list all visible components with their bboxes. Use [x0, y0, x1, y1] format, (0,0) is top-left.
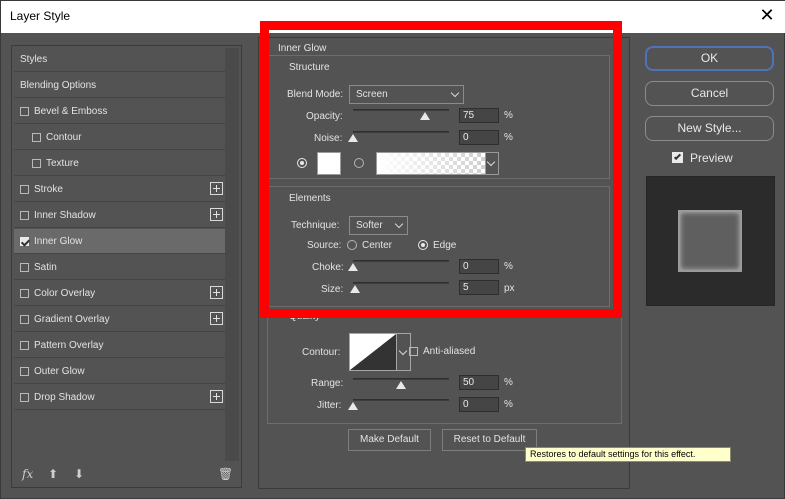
jitter-label: Jitter:	[317, 400, 342, 411]
sidebar-checkbox[interactable]	[20, 263, 29, 272]
tooltip: Restores to default settings for this ef…	[525, 447, 731, 462]
sidebar-checkbox[interactable]	[20, 237, 29, 246]
sidebar-checkbox[interactable]	[32, 133, 41, 142]
sidebar-item-label: Outer Glow	[34, 366, 85, 377]
sidebar-item-texture[interactable]: Texture	[14, 151, 225, 176]
jitter-slider-thumb[interactable]	[348, 402, 358, 410]
sidebar-item-inner-glow[interactable]: Inner Glow	[14, 229, 225, 254]
sidebar-checkbox[interactable]	[20, 393, 29, 402]
contour-preview[interactable]	[349, 333, 397, 371]
sidebar-checkbox[interactable]	[20, 211, 29, 220]
add-effect-icon[interactable]	[210, 312, 223, 325]
layer-style-dialog: Layer Style ✕ Styles Blending Options Beve…	[0, 0, 785, 499]
reset-to-default-button[interactable]: Reset to Default	[442, 429, 537, 451]
jitter-unit: %	[504, 399, 513, 410]
sidebar-item-label: Blending Options	[20, 80, 97, 91]
cancel-button[interactable]: Cancel	[645, 81, 774, 106]
anti-aliased-label: Anti-aliased	[423, 346, 476, 357]
sidebar-item-inner-shadow[interactable]: Inner Shadow	[14, 203, 225, 228]
add-effect-icon[interactable]	[210, 208, 223, 221]
range-slider-thumb[interactable]	[396, 381, 406, 389]
anti-aliased-checkbox[interactable]	[409, 347, 418, 356]
sidebar-checkbox[interactable]	[20, 289, 29, 298]
add-effect-icon[interactable]	[210, 286, 223, 299]
jitter-slider-track[interactable]	[353, 399, 449, 401]
sidebar-item-bevel-emboss[interactable]: Bevel & Emboss	[14, 99, 225, 124]
sidebar-item-gradient-overlay[interactable]: Gradient Overlay	[14, 307, 225, 332]
move-up-icon[interactable]: ⬆	[48, 467, 58, 481]
move-down-icon[interactable]: ⬇	[74, 467, 84, 481]
checkmark-icon	[673, 152, 682, 161]
chevron-down-icon	[398, 346, 408, 356]
sidebar-item-label: Inner Glow	[34, 236, 83, 247]
sidebar-item-stroke[interactable]: Stroke	[14, 177, 225, 202]
sidebar-checkbox[interactable]	[20, 315, 29, 324]
range-slider-track[interactable]	[353, 378, 449, 380]
sidebar-checkbox[interactable]	[20, 185, 29, 194]
sidebar-item-pattern-overlay[interactable]: Pattern Overlay	[14, 333, 225, 358]
sidebar-item-contour[interactable]: Contour	[14, 125, 225, 150]
contour-label: Contour:	[302, 347, 341, 358]
sidebar-item-blending-options[interactable]: Blending Options	[14, 73, 225, 98]
sidebar-item-label: Inner Shadow	[34, 210, 96, 221]
range-input[interactable]: 50	[459, 375, 499, 390]
new-style-button[interactable]: New Style...	[645, 116, 774, 141]
range-label: Range:	[311, 378, 344, 389]
add-effect-icon[interactable]	[210, 390, 223, 403]
sidebar-item-label: Contour	[46, 132, 82, 143]
contour-curve-icon	[350, 334, 396, 370]
sidebar-checkbox[interactable]	[32, 159, 41, 168]
sidebar-item-label: Texture	[46, 158, 79, 169]
window-title: Layer Style	[10, 9, 71, 23]
sidebar-item-label: Stroke	[34, 184, 63, 195]
preview-thumbnail	[646, 176, 775, 306]
ok-button[interactable]: OK	[645, 46, 774, 71]
sidebar-item-styles[interactable]: Styles	[14, 47, 225, 72]
range-unit: %	[504, 377, 513, 388]
sidebar-item-label: Satin	[34, 262, 57, 273]
close-icon[interactable]: ✕	[756, 5, 778, 27]
preview-square	[678, 210, 742, 272]
sidebar-item-label: Gradient Overlay	[34, 314, 110, 325]
preview-checkbox[interactable]	[672, 152, 683, 163]
sidebar-checkbox[interactable]	[20, 367, 29, 376]
sidebar-item-label: Drop Shadow	[34, 392, 95, 403]
make-default-button[interactable]: Make Default	[348, 429, 431, 451]
sidebar-item-label: Color Overlay	[34, 288, 96, 299]
sidebar-item-outer-glow[interactable]: Outer Glow	[14, 359, 225, 384]
preview-label: Preview	[690, 151, 733, 165]
sidebar-item-satin[interactable]: Satin	[14, 255, 225, 280]
add-effect-icon[interactable]	[210, 182, 223, 195]
styles-list-panel: Styles Blending Options Bevel & Emboss Cont…	[11, 45, 242, 488]
sidebar-item-label: Pattern Overlay	[34, 340, 104, 351]
trash-icon[interactable]: 🗑	[218, 467, 233, 481]
highlight-annotation-box	[260, 21, 622, 318]
sidebar-item-label: Bevel & Emboss	[34, 106, 108, 117]
sidebar-item-color-overlay[interactable]: Color Overlay	[14, 281, 225, 306]
sidebar-checkbox[interactable]	[20, 107, 29, 116]
sidebar-item-drop-shadow[interactable]: Drop Shadow	[14, 385, 225, 410]
jitter-input[interactable]: 0	[459, 397, 499, 412]
sidebar-checkbox[interactable]	[20, 341, 29, 350]
sidebar-item-label: Styles	[20, 54, 48, 65]
fx-icon[interactable]: fx	[22, 467, 33, 481]
styles-list-scrollbar[interactable]	[225, 48, 239, 461]
